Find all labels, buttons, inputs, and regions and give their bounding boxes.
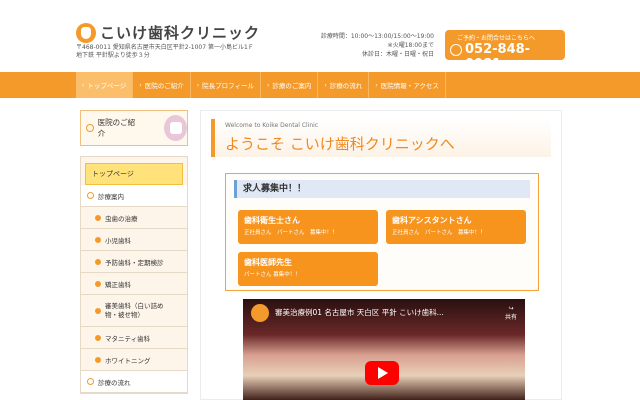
access-line: 地下鉄 平針駅より徒歩３分 [76,52,150,59]
sidebar-item-label: 審美歯科（白い詰め物・被せ物） [105,301,164,319]
sidebar-item-maternity[interactable]: マタニティ歯科 [81,327,187,349]
main-content: Welcome to Koike Dental Clinic ようこそ こいけ歯… [200,110,562,400]
sidebar-item-label: 矯正歯科 [105,280,131,289]
share-button[interactable]: ↪ 共有 [505,305,517,321]
chevron-right-icon: › [375,81,378,89]
address: 〒468-0011 愛知県名古屋市天白区平針2-1007 第一小島ビル1Ｆ 地下… [76,44,254,60]
sidebar-item-whitening[interactable]: ホワイトニング [81,349,187,371]
gear-icon [87,192,94,199]
job-subtitle: 正社員さん パートさん 募集中！！ [392,230,486,236]
channel-avatar[interactable] [251,304,269,322]
nav-item-clinic-intro[interactable]: › 医院のご紹介 [133,72,191,98]
sidebar-item-label: 小児歯科 [105,236,131,245]
header: こいけ歯科クリニック 〒468-0011 愛知県名古屋市天白区平針2-1007 … [0,0,640,72]
contact-label: ご予約・お問合せはこちらへ [457,35,536,42]
sidebar-item-cosmetic[interactable]: 審美歯科（白い詰め物・被せ物） [81,295,187,327]
contact-tel-button[interactable]: ご予約・お問合せはこちらへ 052-848-0081 [445,30,565,72]
bullet-icon [95,280,101,287]
sidebar: 医院のご紹介 トップページ 診療案内 虫歯の治療 小児歯科 予防歯科・定期検診 … [80,110,188,400]
nav-item-label: 診療の流れ [329,82,363,90]
nav-item-label: トップページ [87,82,127,90]
bullet-icon [95,214,101,221]
phone-number: 052-848-0081 [465,42,531,72]
sidebar-item-label: 予防歯科・定期検診 [105,258,164,267]
nav-item-label: 診療のご案内 [272,82,312,90]
share-icon: ↪ [508,305,514,312]
sidebar-item-preventive[interactable]: 予防歯科・定期検診 [81,251,187,273]
welcome-subtitle: Welcome to Koike Dental Clinic [225,122,319,129]
bullet-icon [95,356,101,363]
sidebar-title: 医院のご紹介 [97,118,136,138]
main-nav: › トップページ › 医院のご紹介 › 院長プロフィール › 診療のご案内 › 診療の流れ… [0,72,640,98]
sidebar-section-treatment[interactable]: 診療案内 [81,185,187,207]
chevron-right-icon: › [196,81,200,89]
nav-item-top[interactable]: › トップページ [76,72,134,98]
sidebar-item-flow[interactable]: 診療の流れ [81,371,187,393]
address-line: 〒468-0011 愛知県名古屋市天白区平針2-1007 第一小島ビル1Ｆ [76,44,254,51]
gear-icon [87,378,94,385]
sidebar-menu: トップページ 診療案内 虫歯の治療 小児歯科 予防歯科・定期検診 矯正歯科 審美… [80,156,188,394]
circle-bullet-icon [86,124,94,132]
sidebar-section-label: 診療案内 [98,192,124,201]
job-subtitle: 正社員さん パートさん 募集中！！ [244,230,338,236]
sidebar-item-top[interactable]: トップページ [85,163,183,185]
clinic-logo[interactable]: こいけ歯科クリニック [76,22,260,43]
page: こいけ歯科クリニック 〒468-0011 愛知県名古屋市天白区平針2-1007 … [0,0,640,400]
sidebar-item-pediatric[interactable]: 小児歯科 [81,229,187,251]
job-dental-assistant-button[interactable]: 歯科アシスタントさん 正社員さん パートさん 募集中！！ [386,210,526,244]
closed-days: 休診日：木曜・日曜・祝日 [361,51,434,58]
share-label: 共有 [504,314,517,321]
nav-item-director-profile[interactable]: › 院長プロフィール [191,72,261,98]
job-dental-hygienist-button[interactable]: 歯科衛生士さん 正社員さん パートさん 募集中！！ [238,210,378,244]
hours-line: 診療時間：10:00～13:00/15:00～19:00 [320,33,434,40]
clinic-hours: 診療時間：10:00～13:00/15:00～19:00 ※火曜18:00まで … [306,32,434,59]
sidebar-item-label: ホワイトニング [105,356,151,365]
bullet-icon [95,334,101,341]
phone-icon [450,44,462,56]
chevron-right-icon: › [82,81,85,89]
chevron-right-icon: › [266,81,270,89]
tooth-mascot-icon [164,115,187,141]
sidebar-item-cavity[interactable]: 虫歯の治療 [81,207,187,229]
sidebar-clinic-intro-link[interactable]: 医院のご紹介 [80,110,188,146]
job-dentist-button[interactable]: 歯科医師先生 パートさん 募集中！！ [238,252,378,286]
play-icon[interactable] [365,361,399,385]
video-title[interactable]: 審美治療例01 名古屋市 天白区 平針 こいけ歯科... [275,307,444,318]
job-title: 歯科医師先生 [244,258,292,267]
job-title: 歯科衛生士さん [244,216,300,225]
nav-item-access[interactable]: › 医院情報・アクセス [369,72,446,98]
sidebar-item-label: マタニティ歯科 [105,334,151,343]
chevron-right-icon: › [139,81,142,89]
nav-item-treatment-guide[interactable]: › 診療のご案内 [261,72,319,98]
nav-item-label: 医院のご紹介 [144,82,184,90]
recruit-heading: 求人募集中！！ [234,180,530,198]
welcome-title: ようこそ こいけ歯科クリニックへ [225,135,455,153]
sidebar-item-label: 虫歯の治療 [105,214,138,223]
bullet-icon [95,236,101,243]
hours-note: ※火曜18:00まで [387,42,434,49]
nav-item-label: 医院情報・アクセス [380,82,439,90]
sidebar-item-label: 診療の流れ [98,378,131,387]
bullet-icon [95,307,101,314]
welcome-banner: Welcome to Koike Dental Clinic ようこそ こいけ歯… [211,119,551,157]
job-title: 歯科アシスタントさん [392,216,472,225]
job-subtitle: パートさん 募集中！！ [244,272,301,278]
chevron-right-icon: › [324,81,327,89]
bullet-icon [95,258,101,265]
sidebar-item-orthodontics[interactable]: 矯正歯科 [81,273,187,295]
tooth-logo-icon [76,22,96,43]
youtube-video-embed[interactable]: 審美治療例01 名古屋市 天白区 平針 こいけ歯科... ↪ 共有 [243,299,525,400]
recruit-section: 求人募集中！！ 歯科衛生士さん 正社員さん パートさん 募集中！！ 歯科アシスタ… [225,173,539,291]
nav-item-treatment-flow[interactable]: › 診療の流れ [318,72,370,98]
clinic-name: こいけ歯科クリニック [100,24,261,42]
nav-item-label: 院長プロフィール [202,82,254,90]
